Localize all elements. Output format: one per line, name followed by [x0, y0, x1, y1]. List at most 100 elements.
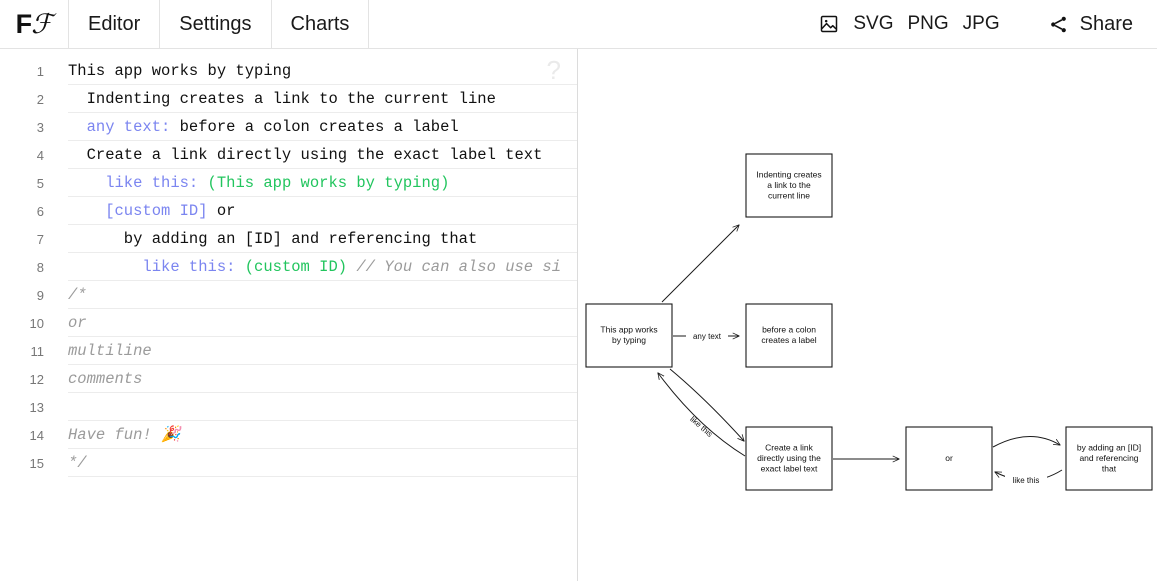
edge-n4-n1 — [658, 373, 746, 457]
node-label-line: before a colon — [762, 325, 816, 335]
code-token-comment: Have fun! 🎉 — [68, 426, 181, 444]
header-spacer — [369, 0, 819, 48]
code-line[interactable]: 5 like this: (This app works by typing) — [0, 169, 577, 197]
line-number: 15 — [29, 455, 44, 471]
code-line-text: like this: (This app works by typing) — [56, 169, 577, 197]
code-line[interactable]: 10 or — [0, 309, 577, 337]
code-token-plain: Create a link directly using the exact l… — [68, 146, 543, 164]
line-number: 8 — [36, 259, 44, 275]
line-number: 6 — [36, 203, 44, 219]
tab-charts[interactable]: Charts — [272, 0, 370, 48]
code-token-comment: or — [68, 314, 87, 332]
code-line-text: This app works by typing — [56, 57, 577, 85]
node-label-line: that — [1102, 463, 1117, 473]
edge-label-like-this-left: like this — [688, 415, 714, 439]
diagram-node[interactable]: Indenting createsa link to thecurrent li… — [745, 153, 833, 218]
code-line-text: comments — [56, 365, 577, 393]
node-label-line: directly using the — [757, 453, 821, 463]
code-token-comment: // You can also use si — [347, 258, 561, 276]
code-line[interactable]: 11 multiline — [0, 337, 577, 365]
node-label-line: by typing — [612, 335, 646, 345]
diagram-canvas[interactable]: any text like this like this This app wo… — [578, 49, 1157, 581]
code-line-text: by adding an [ID] and referencing that — [56, 225, 577, 253]
edge-label-any-text: any text — [693, 332, 722, 341]
code-line-text: /* — [56, 281, 577, 309]
share-label: Share — [1079, 12, 1133, 35]
code-token-comment: comments — [68, 370, 143, 388]
line-number: 1 — [36, 63, 44, 79]
code-token-plain: This app works by typing — [68, 62, 292, 80]
line-number: 9 — [36, 287, 44, 303]
line-number: 10 — [29, 315, 44, 331]
code-token-ref: (This app works by typing) — [198, 174, 450, 192]
code-line-text: Indenting creates a link to the current … — [56, 85, 577, 113]
code-token-comment: /* — [68, 286, 87, 304]
code-line[interactable]: 2 Indenting creates a link to the curren… — [0, 85, 577, 113]
code-token-label: any text: — [68, 118, 171, 136]
node-label-line: creates a label — [761, 335, 816, 345]
code-token-plain: before a colon creates a label — [170, 118, 459, 136]
export-group: SVG PNG JPG — [819, 0, 1003, 48]
code-line-separator — [68, 476, 577, 477]
node-label-line: Indenting creates — [756, 169, 821, 179]
diagram-node[interactable]: This app worksby typing — [585, 303, 673, 368]
code-line[interactable]: 1 This app works by typing — [0, 57, 577, 85]
node-label-line: a link to the — [767, 180, 811, 190]
code-line[interactable]: 12 comments — [0, 365, 577, 393]
node-label-line: This app works — [600, 325, 657, 335]
node-label-line: and referencing — [1079, 453, 1138, 463]
logo-letter-f-bold: F — [15, 8, 32, 39]
diagram-node[interactable]: before a coloncreates a label — [745, 303, 833, 368]
line-number: 14 — [29, 427, 44, 443]
code-token-ref: (custom ID) — [235, 258, 348, 276]
export-png-button[interactable]: PNG — [907, 13, 948, 35]
code-line[interactable]: 4 Create a link directly using the exact… — [0, 141, 577, 169]
code-token-label: [custom ID] — [68, 202, 208, 220]
code-line-text: or — [56, 309, 577, 337]
code-line[interactable]: 3 any text: before a colon creates a lab… — [0, 113, 577, 141]
line-number: 12 — [29, 371, 44, 387]
code-line[interactable]: 7 by adding an [ID] and referencing that — [0, 225, 577, 253]
code-line-text: Create a link directly using the exact l… — [56, 141, 577, 169]
code-line-text: like this: (custom ID) // You can also u… — [56, 253, 577, 281]
line-number: 2 — [36, 91, 44, 107]
diagram-node[interactable]: by adding an [ID]and referencingthat — [1065, 426, 1153, 491]
code-token-plain: by adding an [ID] and referencing that — [68, 230, 478, 248]
app-logo[interactable]: Fℱ — [0, 0, 69, 48]
line-number: 13 — [29, 399, 44, 415]
export-jpg-button[interactable]: JPG — [963, 13, 1000, 35]
code-line[interactable]: 8 like this: (custom ID) // You can also… — [0, 253, 577, 281]
app-header: Fℱ Editor Settings Charts SVG PNG JPG Sh… — [0, 0, 1157, 49]
line-number: 3 — [36, 119, 44, 135]
node-label-line: Create a link — [765, 442, 813, 452]
edge-n1-n2 — [661, 225, 739, 303]
tab-settings-label: Settings — [179, 12, 252, 35]
code-line[interactable]: 13 — [0, 393, 577, 421]
line-number: 5 — [36, 175, 44, 191]
diagram-node[interactable]: or — [905, 426, 993, 491]
edge-n5-n6 — [992, 436, 1060, 448]
code-token-plain: Indenting creates a link to the current … — [68, 90, 496, 108]
code-line-text: any text: before a colon creates a label — [56, 113, 577, 141]
node-label-line: or — [945, 453, 953, 463]
editor-pane[interactable]: ? 1 This app works by typing 2 Indenting c… — [0, 49, 578, 581]
code-line[interactable]: 14 Have fun! 🎉 — [0, 421, 577, 449]
diagram-node[interactable]: Create a linkdirectly using theexact lab… — [745, 426, 833, 491]
node-label-line: by adding an [ID] — [1077, 442, 1141, 452]
code-line[interactable]: 15 */ — [0, 449, 577, 477]
line-number: 11 — [30, 343, 45, 359]
code-line[interactable]: 6 [custom ID] or — [0, 197, 577, 225]
share-button[interactable]: Share — [1004, 0, 1157, 48]
line-number: 7 — [36, 231, 44, 247]
logo-letter-f-script: ℱ — [31, 8, 53, 39]
export-svg-button[interactable]: SVG — [853, 13, 893, 35]
code-token-label: like this: — [68, 258, 236, 276]
code-token-label: like this: — [68, 174, 199, 192]
image-icon — [819, 14, 839, 34]
tab-editor-label: Editor — [88, 12, 141, 35]
code-line[interactable]: 9 /* — [0, 281, 577, 309]
node-label-line: current line — [768, 190, 810, 200]
code-token-plain: or — [207, 202, 236, 220]
tab-settings[interactable]: Settings — [160, 0, 272, 48]
tab-editor[interactable]: Editor — [69, 0, 161, 48]
